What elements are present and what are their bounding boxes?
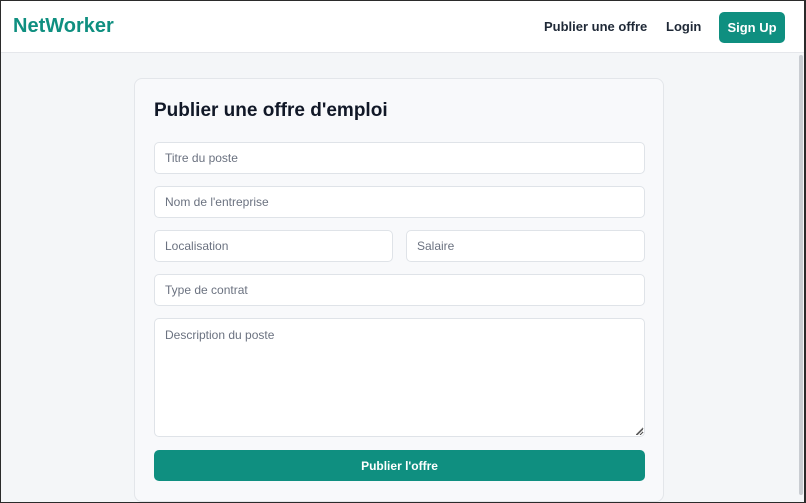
browser-viewport: NetWorker Publier une offre Login Sign U… bbox=[0, 0, 806, 503]
salary-input[interactable] bbox=[406, 230, 645, 262]
navbar: NetWorker Publier une offre Login Sign U… bbox=[1, 1, 804, 53]
nav-publish-offer-link[interactable]: Publier une offre bbox=[544, 19, 647, 34]
location-input[interactable] bbox=[154, 230, 393, 262]
scrollbar-thumb[interactable] bbox=[799, 55, 803, 495]
nav-login-link[interactable]: Login bbox=[666, 19, 701, 34]
company-name-input[interactable] bbox=[154, 186, 645, 218]
form-title: Publier une offre d'emploi bbox=[154, 100, 388, 121]
signup-button[interactable]: Sign Up bbox=[719, 12, 785, 43]
scrollbar[interactable] bbox=[798, 53, 804, 502]
job-title-input[interactable] bbox=[154, 142, 645, 174]
publish-offer-button[interactable]: Publier l'offre bbox=[154, 450, 645, 481]
job-offer-form-card: Publier une offre d'emploi Publier l'off… bbox=[134, 78, 664, 502]
contract-type-input[interactable] bbox=[154, 274, 645, 306]
job-description-textarea[interactable] bbox=[154, 318, 645, 437]
logo[interactable]: NetWorker bbox=[13, 15, 114, 38]
